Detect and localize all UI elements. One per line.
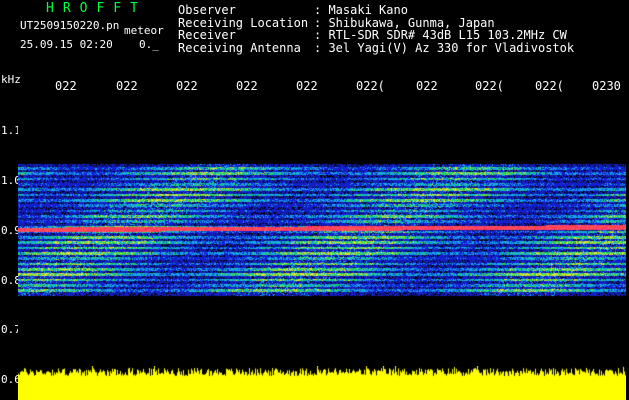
time-tick-label: 022 <box>416 79 438 93</box>
file-name: UT2509150220.pn <box>20 19 120 32</box>
receiver-value: : RTL-SDR SDR# 43dB L15 103.2MHz CW <box>314 28 567 42</box>
app-title: HROFFT <box>46 1 147 16</box>
antenna-value: : 3el Yagi(V) Az 330 for Vladivostok <box>314 40 575 55</box>
time-tick-label: 022 <box>296 79 318 93</box>
time-tick-label: 022( <box>475 79 504 93</box>
receiver-key: Receiver <box>178 28 236 42</box>
time-tick-label: 022 <box>236 79 258 93</box>
time-tick-label: 022( <box>535 79 564 93</box>
date-time: 25.09.15 02:20 <box>20 38 113 51</box>
observer-row: Observer : Masaki Kano <box>178 4 574 17</box>
time-tick-label: 022 <box>176 79 198 93</box>
spectrogram-plot <box>18 98 626 381</box>
observer-value: : Masaki Kano <box>314 3 408 17</box>
time-tick-label: 022 <box>55 79 77 93</box>
receiver-row: Receiver : RTL-SDR SDR# 43dB L15 103.2MH… <box>178 29 574 42</box>
station-info: Observer : Masaki Kano Receiving Locatio… <box>178 4 574 54</box>
mode-label: meteor <box>124 24 164 37</box>
time-axis: 022 022 022 022 022 022( 022 022( 022( 0… <box>0 79 629 93</box>
observer-key: Observer <box>178 3 236 17</box>
signal-level-bar <box>18 366 626 400</box>
antenna-key: Receiving Antenna <box>178 40 301 55</box>
antenna-row: Receiving Antenna : 3el Yagi(V) Az 330 f… <box>178 40 575 55</box>
time-tick-label: 0230 <box>592 79 621 93</box>
count-label: 0._ <box>139 38 159 51</box>
time-tick-label: 022 <box>116 79 138 93</box>
time-tick-label: 022( <box>356 79 385 93</box>
